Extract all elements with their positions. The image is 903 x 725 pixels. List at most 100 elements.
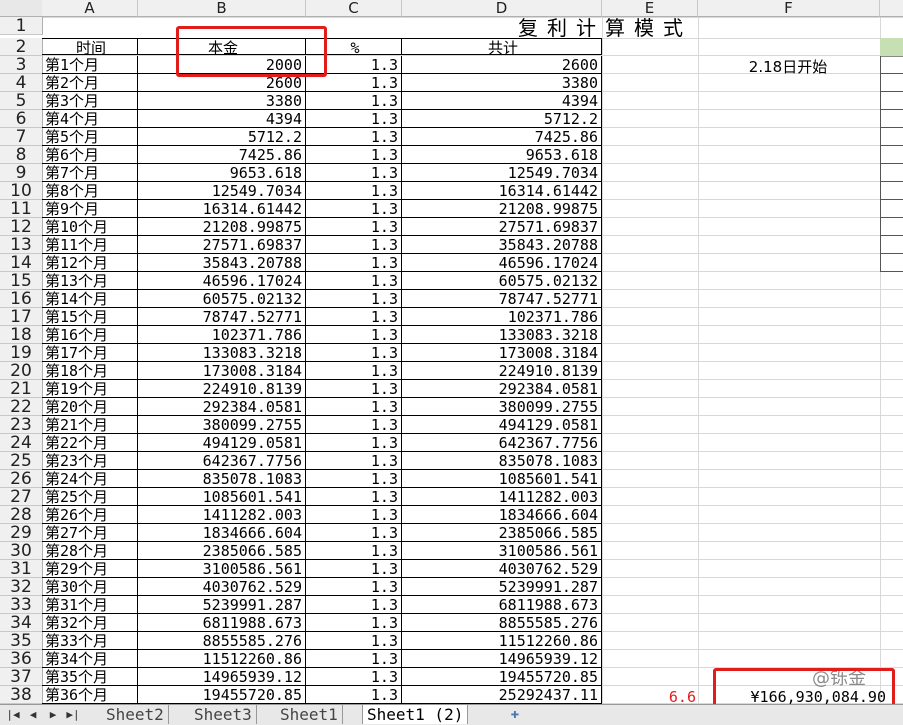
row-header[interactable]: 29 <box>0 524 43 542</box>
right-edge-cell[interactable] <box>880 200 903 218</box>
cell-percent[interactable]: 1.3 <box>306 506 402 524</box>
cell-month-label[interactable]: 第36个月 <box>42 686 138 704</box>
cell-principal[interactable]: 4030762.529 <box>138 578 306 596</box>
row-header[interactable]: 7 <box>0 128 43 146</box>
cell-month-label[interactable]: 第21个月 <box>42 416 138 434</box>
cell-total[interactable]: 4394 <box>402 92 602 110</box>
cell-month-label[interactable]: 第13个月 <box>42 272 138 290</box>
cell-percent[interactable]: 1.3 <box>306 398 402 416</box>
cell-total[interactable]: 14965939.12 <box>402 650 602 668</box>
cell-total[interactable]: 3100586.561 <box>402 542 602 560</box>
row-header[interactable]: 9 <box>0 164 43 182</box>
cell-total[interactable]: 173008.3184 <box>402 344 602 362</box>
cell-principal[interactable]: 1085601.541 <box>138 488 306 506</box>
cell-principal[interactable]: 46596.17024 <box>138 272 306 290</box>
cell-percent[interactable]: 1.3 <box>306 308 402 326</box>
cell-principal[interactable]: 78747.52771 <box>138 308 306 326</box>
row-header[interactable]: 18 <box>0 326 43 344</box>
cell-total[interactable]: 102371.786 <box>402 308 602 326</box>
cell-principal[interactable]: 9653.618 <box>138 164 306 182</box>
cell-percent[interactable]: 1.3 <box>306 110 402 128</box>
row-header[interactable]: 34 <box>0 614 43 632</box>
prev-sheet-icon[interactable]: ◀ <box>24 707 42 723</box>
cell-principal[interactable]: 380099.2755 <box>138 416 306 434</box>
cell-month-label[interactable]: 第27个月 <box>42 524 138 542</box>
right-edge-cell[interactable] <box>880 254 903 272</box>
cell-total[interactable]: 6811988.673 <box>402 596 602 614</box>
column-header[interactable]: F <box>698 0 880 17</box>
row-header[interactable]: 26 <box>0 470 43 488</box>
row-header[interactable]: 35 <box>0 632 43 650</box>
column-header[interactable]: B <box>138 0 306 17</box>
spreadsheet-grid[interactable]: ABCDEF 3 4 5 6 7 8 9 10 11 12 13 14 15 16 17 18 19 20 21 22… <box>0 0 903 704</box>
column-header[interactable]: E <box>602 0 698 17</box>
row-header[interactable]: 21 <box>0 380 43 398</box>
cell-percent[interactable]: 1.3 <box>306 380 402 398</box>
cell-month-label[interactable]: 第33个月 <box>42 632 138 650</box>
row-header[interactable]: 19 <box>0 344 43 362</box>
cell-month-label[interactable]: 第15个月 <box>42 308 138 326</box>
cell-percent[interactable]: 1.3 <box>306 650 402 668</box>
row-header[interactable]: 12 <box>0 218 43 236</box>
right-edge-cell[interactable] <box>880 128 903 146</box>
cell-percent[interactable]: 1.3 <box>306 632 402 650</box>
cell-total[interactable]: 380099.2755 <box>402 398 602 416</box>
row-header[interactable]: 37 <box>0 668 43 686</box>
sheet-tab[interactable]: Sheet1 <box>276 705 343 724</box>
cell-total[interactable]: 1085601.541 <box>402 470 602 488</box>
cell-month-label[interactable]: 第34个月 <box>42 650 138 668</box>
cell-month-label[interactable]: 第26个月 <box>42 506 138 524</box>
row-header[interactable]: 36 <box>0 650 43 668</box>
cell-percent[interactable]: 1.3 <box>306 560 402 578</box>
cell-month-label[interactable]: 第8个月 <box>42 182 138 200</box>
row-header[interactable]: 20 <box>0 362 43 380</box>
row-header[interactable]: 23 <box>0 416 43 434</box>
cell-percent[interactable]: 1.3 <box>306 542 402 560</box>
right-edge-cell[interactable] <box>880 74 903 92</box>
cell-total[interactable]: 21208.99875 <box>402 200 602 218</box>
cell-principal[interactable]: 133083.3218 <box>138 344 306 362</box>
header-total[interactable]: 共计 <box>402 38 602 55</box>
sheet-tab[interactable]: Sheet2 <box>102 705 169 724</box>
cell-principal[interactable]: 102371.786 <box>138 326 306 344</box>
cell-month-label[interactable]: 第30个月 <box>42 578 138 596</box>
cell-month-label[interactable]: 第7个月 <box>42 164 138 182</box>
cell-month-label[interactable]: 第10个月 <box>42 218 138 236</box>
cell-total[interactable]: 11512260.86 <box>402 632 602 650</box>
last-sheet-icon[interactable]: ▶| <box>64 707 82 723</box>
cell-percent[interactable]: 1.3 <box>306 452 402 470</box>
row-header[interactable]: 6 <box>0 110 43 128</box>
start-date-note[interactable]: 2.18日开始 <box>698 57 878 77</box>
cell-month-label[interactable]: 第35个月 <box>42 668 138 686</box>
cell-percent[interactable]: 1.3 <box>306 362 402 380</box>
cell-total[interactable]: 224910.8139 <box>402 362 602 380</box>
cell-month-label[interactable]: 第17个月 <box>42 344 138 362</box>
cell-principal[interactable]: 1411282.003 <box>138 506 306 524</box>
ratio-value[interactable]: 6.6 <box>640 688 696 704</box>
row-header[interactable]: 13 <box>0 236 43 254</box>
cell-percent[interactable]: 1.3 <box>306 92 402 110</box>
row-header[interactable]: 38 <box>0 686 43 704</box>
next-sheet-icon[interactable]: ▶ <box>44 707 62 723</box>
row-header[interactable]: 32 <box>0 578 43 596</box>
cell-total[interactable]: 12549.7034 <box>402 164 602 182</box>
cell-total[interactable]: 835078.1083 <box>402 452 602 470</box>
cell-percent[interactable]: 1.3 <box>306 596 402 614</box>
sheet-tab[interactable]: Sheet3 <box>190 705 257 724</box>
select-all-corner[interactable] <box>0 0 43 17</box>
cell-month-label[interactable]: 第31个月 <box>42 596 138 614</box>
row-header[interactable]: 31 <box>0 560 43 578</box>
cell-principal[interactable]: 27571.69837 <box>138 236 306 254</box>
cell-total[interactable]: 9653.618 <box>402 146 602 164</box>
cell-total[interactable]: 27571.69837 <box>402 218 602 236</box>
row-header[interactable]: 2 <box>0 38 43 56</box>
cell-total[interactable]: 46596.17024 <box>402 254 602 272</box>
cell-total[interactable]: 16314.61442 <box>402 182 602 200</box>
cell-percent[interactable]: 1.3 <box>306 416 402 434</box>
cell-principal[interactable]: 12549.7034 <box>138 182 306 200</box>
cell-percent[interactable]: 1.3 <box>306 128 402 146</box>
row-header[interactable]: 5 <box>0 92 43 110</box>
cell-total[interactable]: 7425.86 <box>402 128 602 146</box>
row-header[interactable]: 14 <box>0 254 43 272</box>
cell-principal[interactable]: 3100586.561 <box>138 560 306 578</box>
